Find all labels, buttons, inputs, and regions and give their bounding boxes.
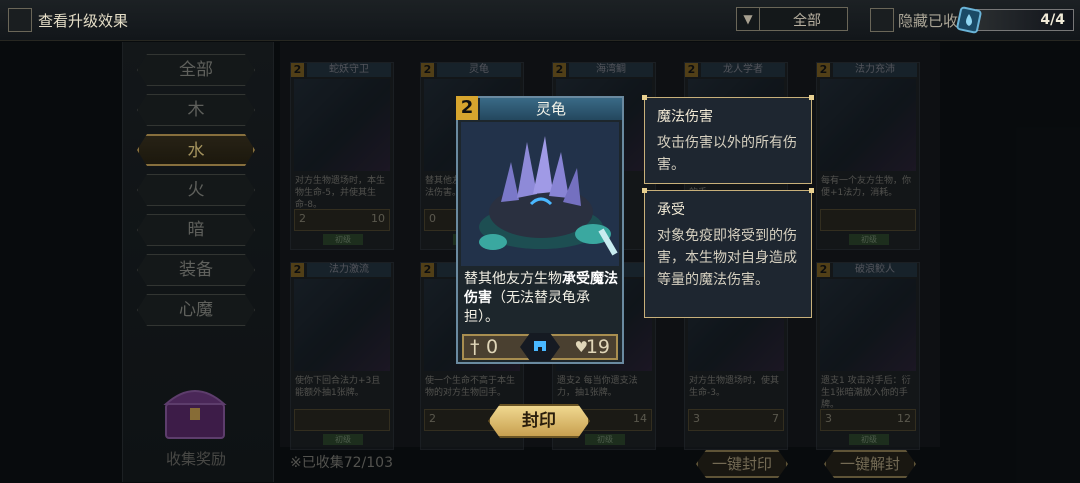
helmet-icon <box>534 341 546 351</box>
keyword-tooltip-magic-damage: 魔法伤害 攻击伤害以外的所有伤害。 <box>642 95 814 184</box>
selected-card-health: 19 <box>585 336 610 358</box>
filter-dropdown[interactable]: ▼ 全部 <box>736 7 848 31</box>
hide-collected-label: 隐藏已收 <box>898 12 959 30</box>
tooltip-corner <box>809 95 814 100</box>
selected-card-description: 替其他友方生物承受魔法伤害（无法替灵龟承担）。 <box>464 270 618 327</box>
desc-text: 替其他友方生物 <box>464 271 562 287</box>
keyword-tooltip-endure: 承受 对象免疫即将受到的伤害，本生物对自身造成等量的魔法伤害。 <box>642 188 814 318</box>
chevron-down-icon: ▼ <box>737 8 760 30</box>
hide-collected-checkbox[interactable] <box>870 8 894 32</box>
seal-button[interactable]: 封印 <box>488 404 590 438</box>
selected-card: 2 灵龟 替其他友方生物承受魔法伤害（无法替灵龟承担）。 † 0 ♥ 19 <box>456 96 624 364</box>
tooltip-title: 魔法伤害 <box>657 109 713 125</box>
top-bar: 查看升级效果 ▼ 全部 隐藏已收 4/4 <box>0 0 1080 41</box>
collection-count: 4/4 <box>976 9 1074 31</box>
water-drop-icon <box>956 6 982 34</box>
upgrade-effect-checkbox[interactable] <box>8 8 32 32</box>
spirit-turtle-art <box>461 122 619 266</box>
tooltip-body: 对象免疫即将受到的伤害，本生物对自身造成等量的魔法伤害。 <box>657 228 797 288</box>
dagger-icon: † <box>470 336 480 358</box>
tooltip-corner <box>809 188 814 193</box>
tooltip-corner <box>642 95 647 100</box>
tooltip-body: 攻击伤害以外的所有伤害。 <box>657 135 797 173</box>
element-badge <box>520 333 560 361</box>
selected-card-name: 灵龟 <box>480 98 622 120</box>
selected-card-stats: † 0 ♥ 19 <box>462 333 618 361</box>
tooltip-title: 承受 <box>657 202 685 218</box>
upgrade-effect-label: 查看升级效果 <box>38 12 129 30</box>
tooltip-corner <box>642 188 647 193</box>
count-text: 4/4 <box>1040 12 1065 28</box>
filter-value: 全部 <box>793 13 821 29</box>
selected-card-cost: 2 <box>456 96 478 120</box>
selected-card-attack: 0 <box>486 336 499 358</box>
